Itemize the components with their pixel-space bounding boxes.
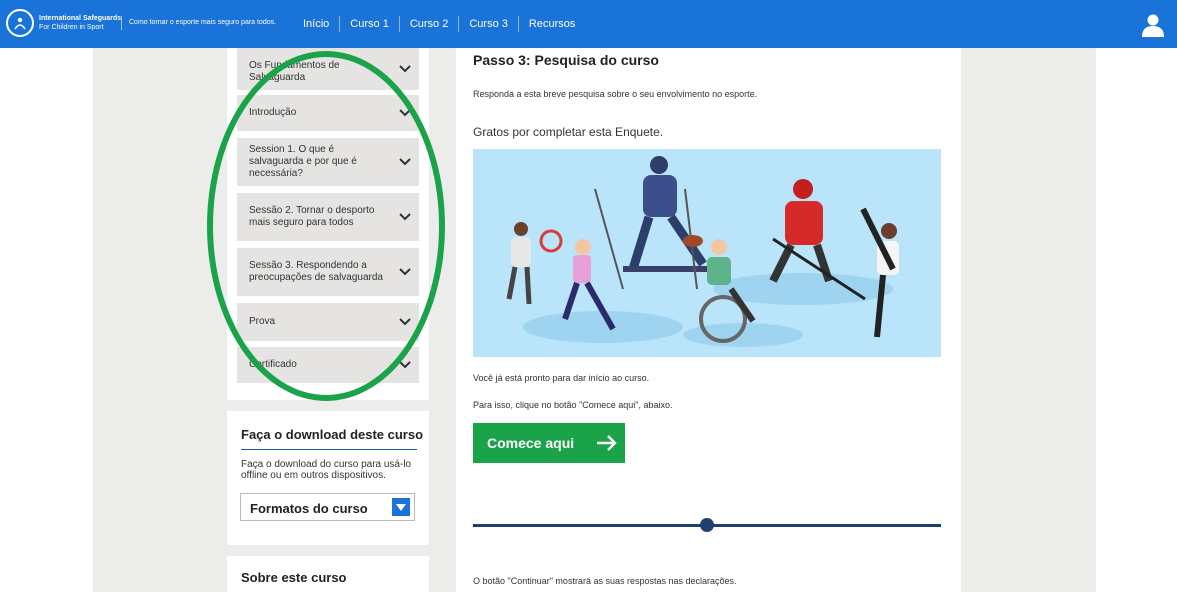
logo-emblem-icon xyxy=(6,9,34,37)
nav-curso-1[interactable]: Curso 1 xyxy=(339,16,399,32)
brand-line2: For Children in Sport xyxy=(39,24,104,31)
download-divider xyxy=(241,449,417,450)
accordion-prova[interactable]: Prova xyxy=(237,303,419,341)
chevron-down-icon xyxy=(399,65,411,73)
survey-intro: Responda a esta breve pesquisa sobre o s… xyxy=(473,89,758,99)
download-card: Faça o download deste curso Faça o downl… xyxy=(227,411,429,545)
click-hint-text: Para isso, clique no botão "Comece aqui"… xyxy=(473,400,673,410)
accordion-sessao-2[interactable]: Sessão 2. Tornar o desporto mais seguro … xyxy=(237,193,419,241)
site-tagline: Como tornar o esporte mais seguro para t… xyxy=(121,16,276,30)
nav-inicio[interactable]: Início xyxy=(293,16,339,32)
athletes-image xyxy=(506,156,899,347)
about-card: Sobre este curso xyxy=(227,556,429,592)
accordion-label: Sessão 2. Tornar o desporto mais seguro … xyxy=(249,205,375,228)
main-nav: Início Curso 1 Curso 2 Curso 3 Recursos xyxy=(293,16,585,32)
accordion-sessao-3[interactable]: Sessão 3. Respondendo a preocupações de … xyxy=(237,248,419,296)
nav-curso-3[interactable]: Curso 3 xyxy=(458,16,518,32)
accordion-label: Sessão 3. Respondendo a preocupações de … xyxy=(249,260,383,283)
top-navigation-bar: International Safeguards For Children in… xyxy=(0,0,1177,48)
accordion-label: Introdução xyxy=(249,107,297,118)
nav-recursos[interactable]: Recursos xyxy=(517,16,585,32)
accordion-session-1[interactable]: Session 1. O que é salvaguarda e por que… xyxy=(237,138,419,186)
chevron-down-icon xyxy=(399,268,411,276)
accordion-label: Prova xyxy=(249,316,276,327)
select-value: Formatos do curso xyxy=(250,501,368,516)
accordion-certificado[interactable]: Certificado xyxy=(237,347,419,383)
accordion-introducao[interactable]: Introdução xyxy=(237,95,419,131)
sports-illustration xyxy=(473,149,941,357)
ready-text: Você já está pronto para dar início ao c… xyxy=(473,373,650,383)
continue-hint-text: O botão "Continuar" mostrará as suas res… xyxy=(473,576,737,586)
nav-curso-2[interactable]: Curso 2 xyxy=(398,16,459,32)
dropdown-arrow-icon xyxy=(392,498,410,516)
accordion-label: Session 1. O que é salvaguarda e por que… xyxy=(249,144,357,179)
progress-slider-thumb[interactable] xyxy=(700,518,714,532)
chevron-down-icon xyxy=(399,213,411,221)
arrow-right-icon xyxy=(597,435,617,451)
chevron-down-icon xyxy=(399,109,411,117)
download-description: Faça o download do curso para usá-lo off… xyxy=(241,459,412,481)
course-formats-select[interactable]: Formatos do curso xyxy=(240,493,415,521)
download-title: Faça o download deste curso xyxy=(241,427,424,442)
accordion-label: Certificado xyxy=(249,359,297,370)
brand-line1: International Safeguards xyxy=(39,15,122,22)
chevron-down-icon xyxy=(399,318,411,326)
user-icon[interactable] xyxy=(1141,13,1165,37)
start-here-label: Comece aqui xyxy=(487,435,575,451)
accordion-fundamentos[interactable]: Os Fundamentos de Salvaguarda xyxy=(237,48,419,90)
survey-thanks: Gratos por completar esta Enquete. xyxy=(473,125,664,139)
accordion-label: Os Fundamentos de Salvaguarda xyxy=(249,60,340,83)
start-here-button[interactable]: Comece aqui xyxy=(473,423,625,463)
about-title: Sobre este curso xyxy=(241,570,347,585)
brand-name: International Safeguards For Children in… xyxy=(39,14,121,32)
chevron-down-icon xyxy=(399,361,411,369)
chevron-down-icon xyxy=(399,158,411,166)
brand-logo[interactable]: International Safeguards For Children in… xyxy=(6,9,121,37)
page-title: Passo 3: Pesquisa do curso xyxy=(473,52,659,68)
